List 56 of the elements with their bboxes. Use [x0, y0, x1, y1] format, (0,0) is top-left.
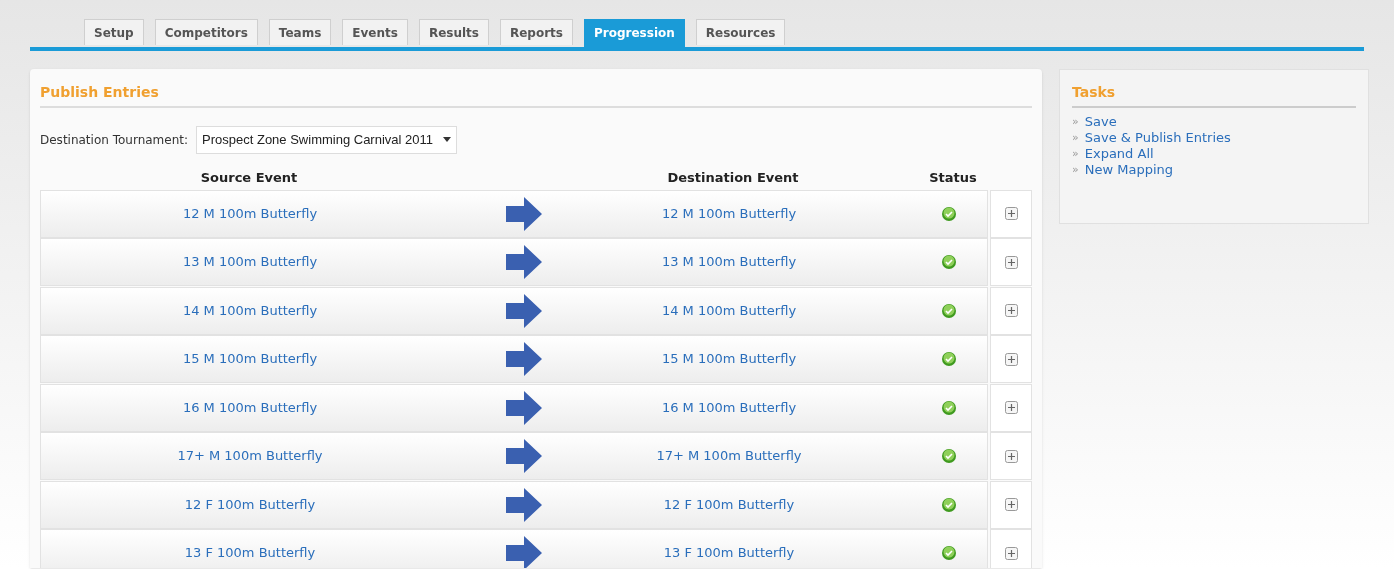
destination-event-link[interactable]: 12 M 100m Butterfly: [661, 205, 797, 221]
source-event-link[interactable]: 12 M 100m Butterfly: [182, 205, 318, 221]
right-arrow-icon: [506, 342, 542, 376]
source-event-link[interactable]: 16 M 100m Butterfly: [182, 399, 318, 415]
source-event-link[interactable]: 12 F 100m Butterfly: [184, 496, 316, 512]
bullet: »: [1072, 114, 1079, 130]
source-event-link[interactable]: 14 M 100m Butterfly: [182, 302, 318, 318]
expand-icon[interactable]: [1004, 304, 1018, 317]
tab[interactable]: Competitors: [154, 19, 258, 45]
field-label: Destination Tournament:: [40, 131, 189, 149]
right-arrow-icon: [506, 536, 542, 568]
expand-icon[interactable]: [1004, 401, 1018, 414]
bullet: »: [1072, 146, 1079, 162]
source-event-link[interactable]: 15 M 100m Butterfly: [182, 351, 318, 367]
expand-icon[interactable]: [1004, 546, 1018, 560]
right-arrow-icon: [506, 293, 542, 328]
column-header: Status: [929, 169, 977, 185]
tab[interactable]: Reports: [500, 19, 573, 45]
panel-title: Tasks: [1072, 82, 1356, 108]
column-header: Source Event: [200, 169, 298, 185]
source-event-link[interactable]: 17+ M 100m Butterfly: [177, 448, 323, 464]
bullet: »: [1072, 162, 1079, 178]
source-event-link[interactable]: 13 M 100m Butterfly: [182, 254, 318, 270]
right-arrow-icon: [506, 196, 542, 231]
right-arrow-icon: [506, 245, 542, 279]
bullet: »: [1072, 130, 1079, 146]
destination-event-link[interactable]: 17+ M 100m Butterfly: [656, 448, 802, 464]
tab[interactable]: Events: [342, 19, 408, 45]
tab[interactable]: Results: [418, 19, 489, 45]
tab[interactable]: Setup: [84, 19, 144, 45]
expand-icon[interactable]: [1004, 352, 1018, 366]
destination-event-link[interactable]: 14 M 100m Butterfly: [661, 302, 797, 318]
right-arrow-icon: [506, 390, 542, 425]
expand-icon[interactable]: [1004, 449, 1018, 463]
right-arrow-icon: [506, 439, 542, 473]
tab[interactable]: Progression: [584, 19, 685, 47]
source-event-link[interactable]: 13 F 100m Butterfly: [184, 545, 316, 561]
tab[interactable]: Teams: [268, 19, 332, 45]
task-link[interactable]: New Mapping: [1084, 162, 1173, 178]
expand-icon[interactable]: [1004, 498, 1018, 511]
destination-event-link[interactable]: 15 M 100m Butterfly: [661, 351, 797, 367]
column-header: Destination Event: [667, 169, 799, 185]
task-link[interactable]: Save: [1084, 114, 1117, 130]
tournament-dropdown[interactable]: Prospect Zone Swimming Carnival 2011: [196, 126, 457, 154]
destination-event-link[interactable]: 13 M 100m Butterfly: [661, 254, 797, 270]
panel-title: Publish Entries: [40, 82, 1032, 108]
destination-event-link[interactable]: 13 F 100m Butterfly: [663, 545, 795, 561]
task-link[interactable]: Save & Publish Entries: [1084, 130, 1231, 146]
destination-event-link[interactable]: 12 F 100m Butterfly: [663, 496, 795, 512]
right-arrow-icon: [506, 487, 542, 522]
expand-icon[interactable]: [1004, 207, 1018, 220]
tab[interactable]: Resources: [695, 19, 786, 45]
expand-icon[interactable]: [1004, 255, 1018, 269]
destination-event-link[interactable]: 16 M 100m Butterfly: [661, 399, 797, 415]
task-link[interactable]: Expand All: [1084, 146, 1154, 162]
caret-icon: [443, 137, 451, 143]
